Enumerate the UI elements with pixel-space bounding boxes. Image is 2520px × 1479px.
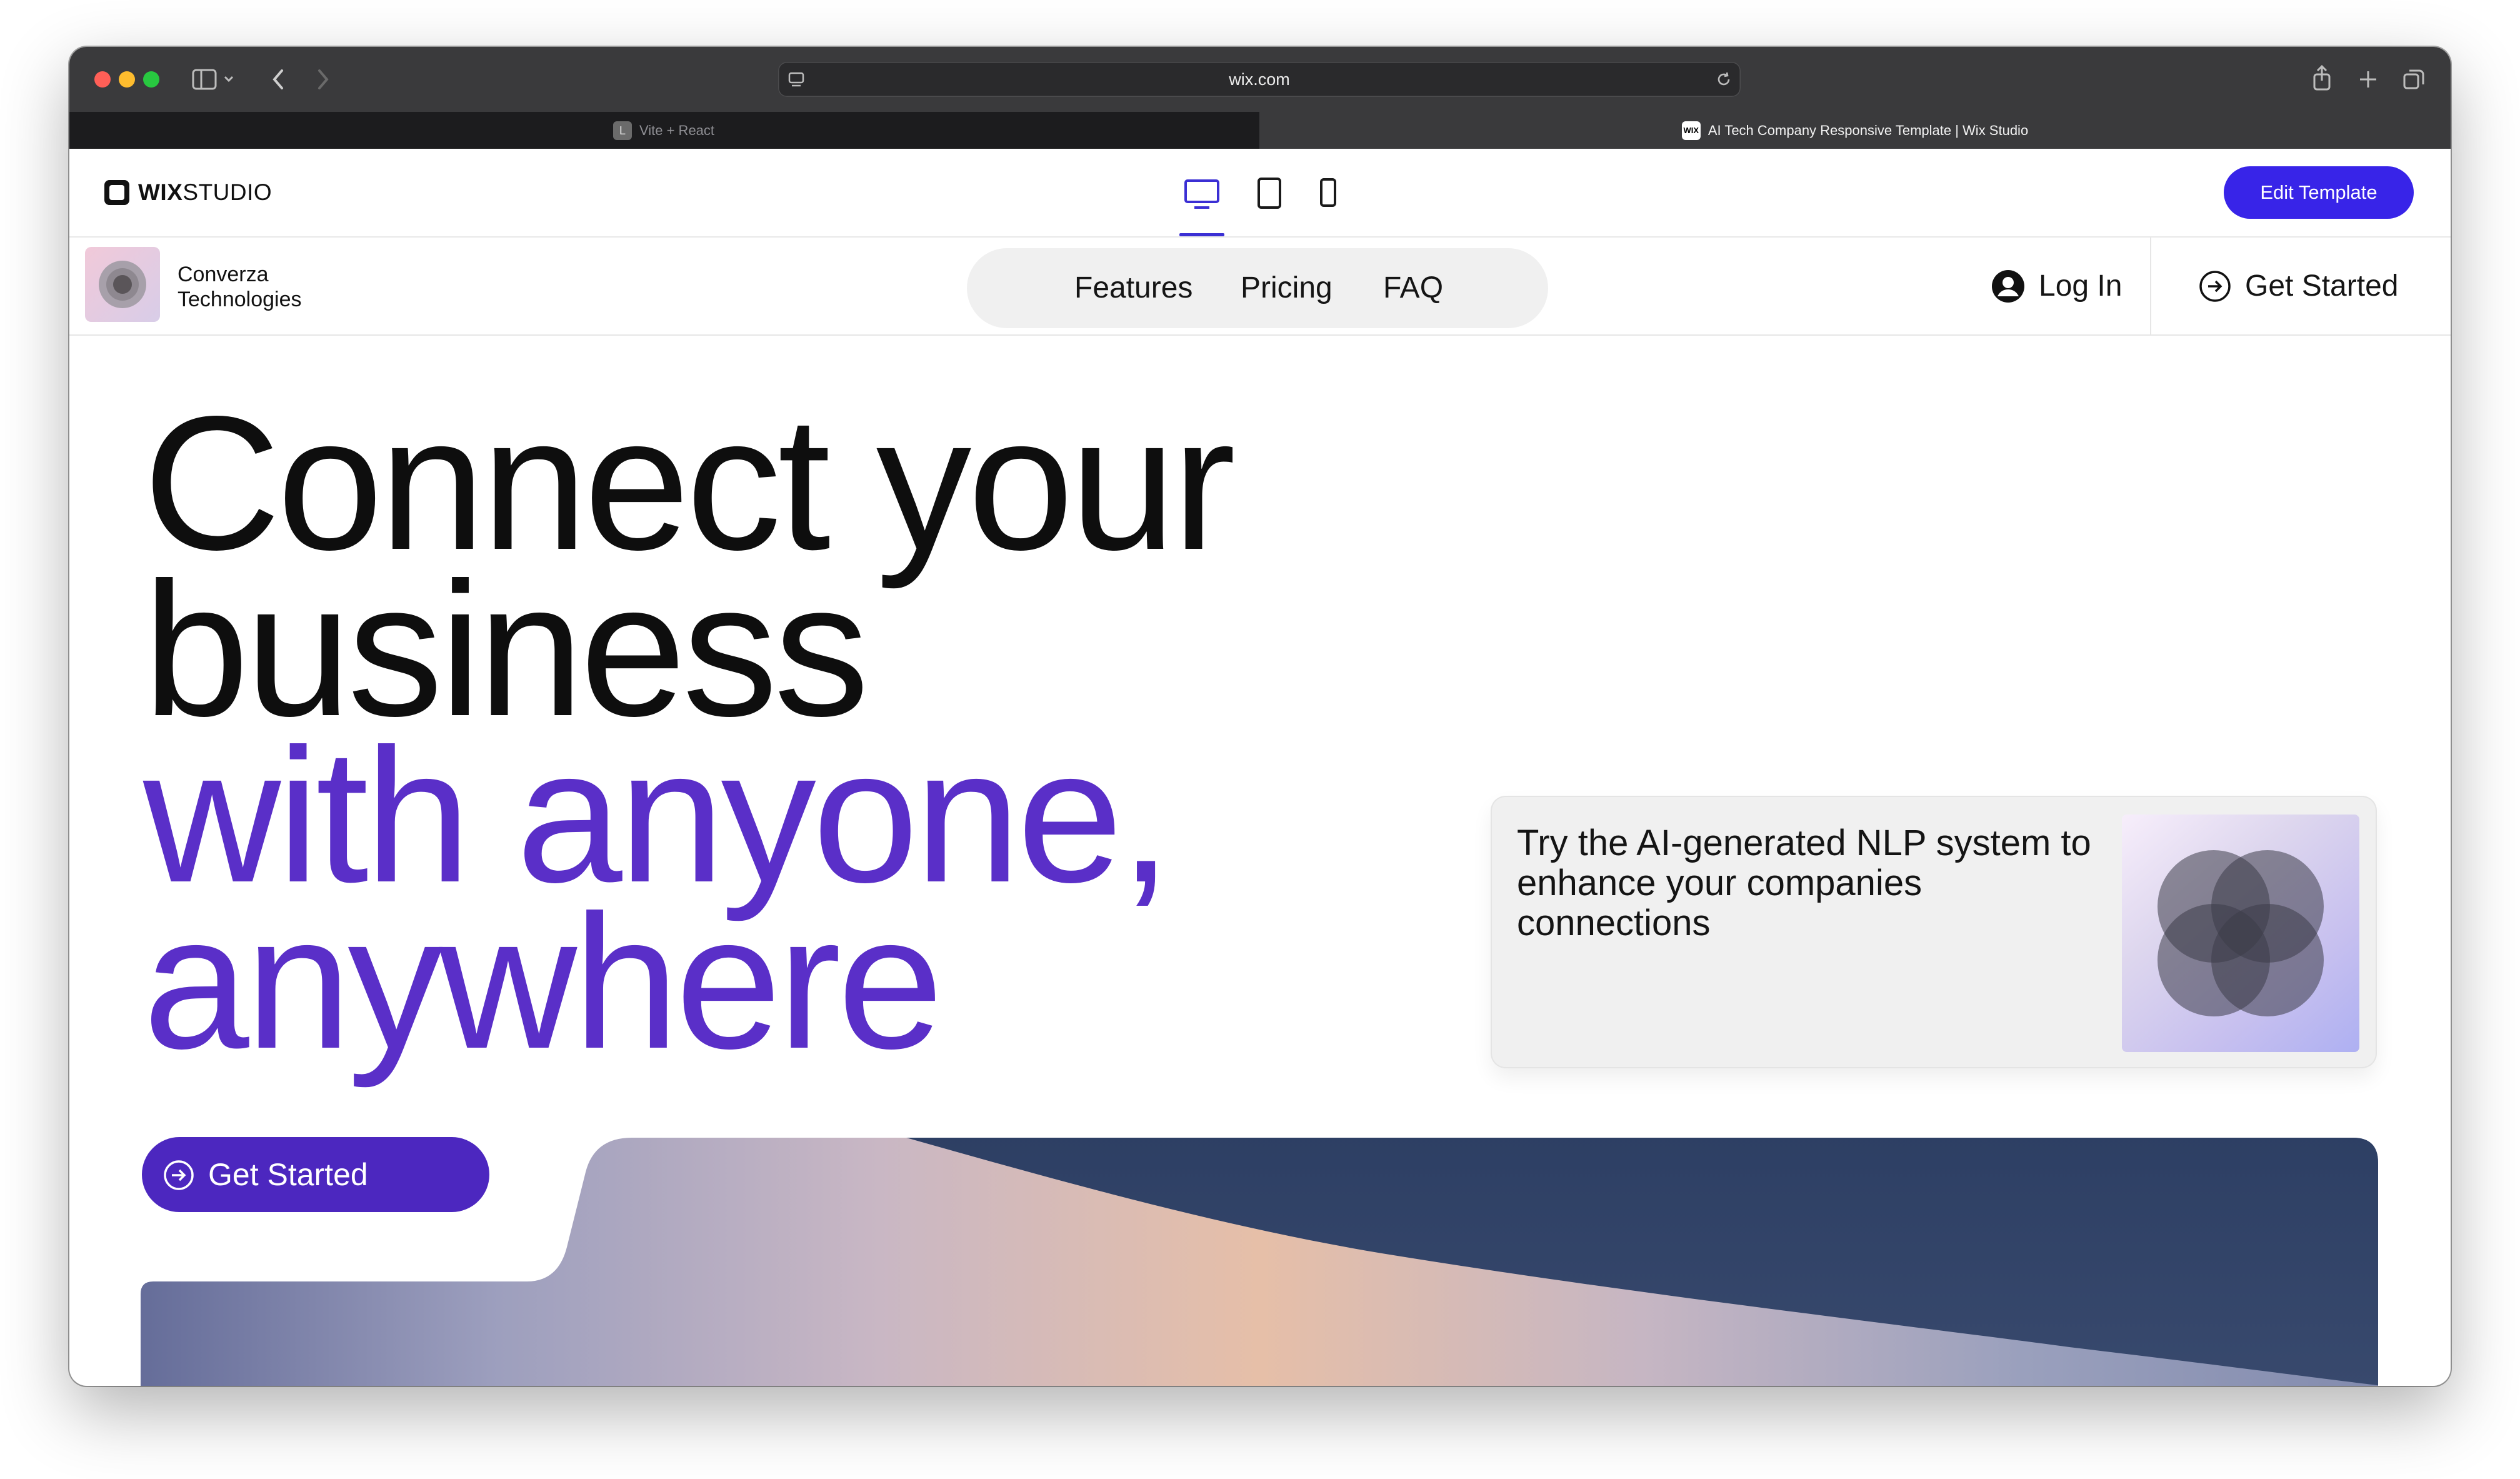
hero-line-3: with anyone, xyxy=(143,709,1172,922)
arrow-circle-icon xyxy=(164,1160,194,1190)
hero-get-started-button[interactable]: Get Started xyxy=(142,1137,489,1212)
browser-window: wix.com L Vite + React WIX AI Tech Compa… xyxy=(69,47,2451,1386)
venn-circles-graphic xyxy=(2158,850,2324,1016)
ai-promo-image xyxy=(2122,815,2359,1052)
hero-heading: Connect your business with anyone, anywh… xyxy=(143,376,1236,1088)
ai-promo-card[interactable]: Try the AI-generated NLP system to enhan… xyxy=(1492,797,2376,1067)
hero-line-4: anywhere xyxy=(143,875,943,1088)
ai-promo-text: Try the AI-generated NLP system to enhan… xyxy=(1517,823,2091,943)
hero-line-1: Connect your xyxy=(143,376,1236,589)
hero-get-started-label: Get Started xyxy=(208,1157,368,1192)
hero-line-2: business xyxy=(143,543,869,756)
